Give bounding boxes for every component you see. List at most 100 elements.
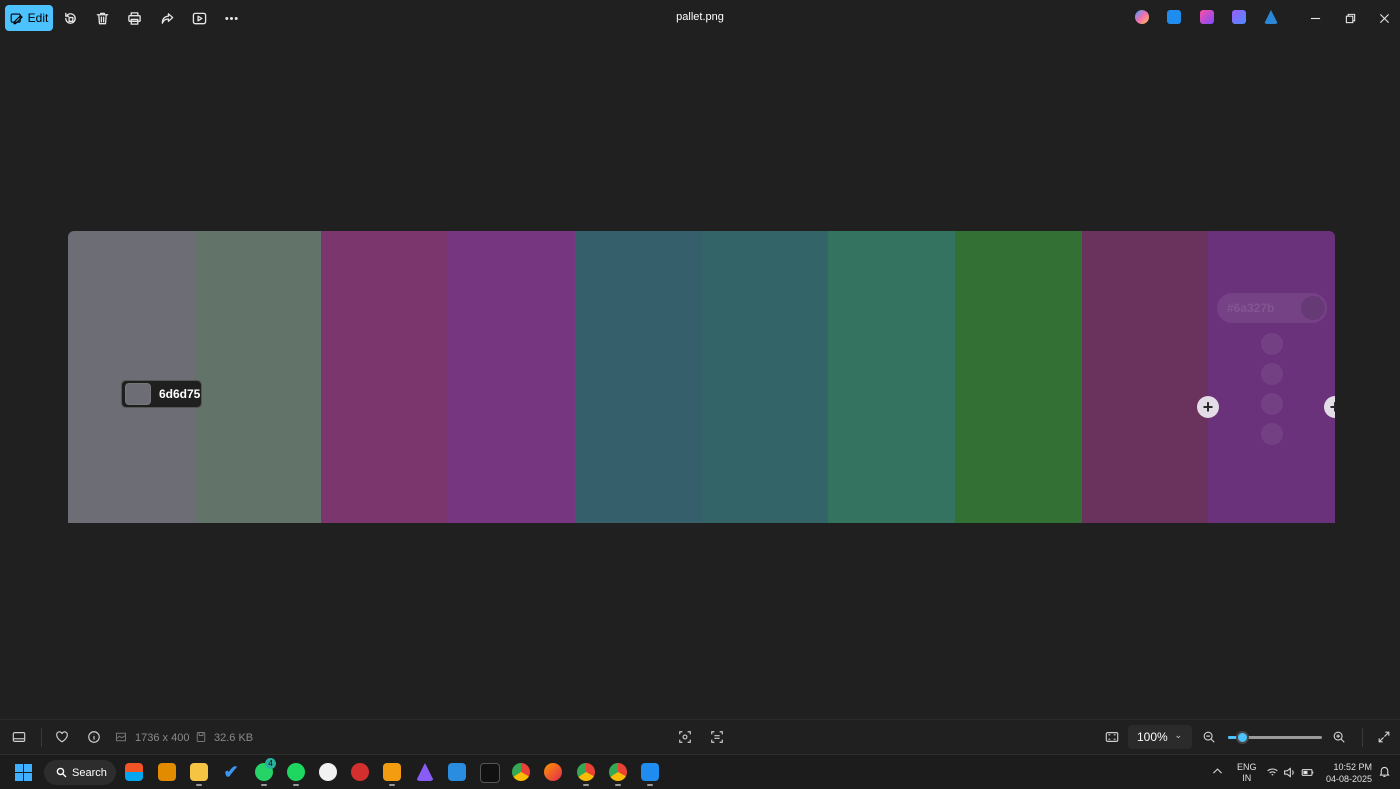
- favorite-button[interactable]: [54, 729, 70, 745]
- heart-icon: [56, 731, 68, 743]
- print-button[interactable]: [123, 8, 145, 28]
- photos-app-icon[interactable]: [641, 763, 659, 781]
- spotify-icon[interactable]: [287, 763, 305, 781]
- image-dimensions: 1736 x 400: [135, 732, 190, 744]
- more-icon: [224, 16, 238, 20]
- chrome-icon[interactable]: [512, 763, 530, 781]
- chevron-down-icon: ⌄: [1174, 730, 1182, 740]
- scan-text-button[interactable]: [709, 729, 725, 745]
- show-hidden-icons-button[interactable]: [1211, 765, 1224, 781]
- color-hex-tooltip: 6d6d75: [121, 380, 202, 408]
- zoom-slider[interactable]: [1228, 731, 1322, 744]
- restore-button[interactable]: [1337, 8, 1363, 28]
- faded-action-icon: [1261, 393, 1283, 415]
- terminal-app-icon[interactable]: [480, 763, 500, 783]
- battery-icon[interactable]: [1301, 766, 1314, 782]
- photos-editor-app-icon[interactable]: [1167, 10, 1181, 24]
- info-icon: [88, 731, 100, 743]
- zoom-level-dropdown[interactable]: 100% ⌄: [1128, 725, 1192, 749]
- notifications-button[interactable]: [1378, 765, 1391, 781]
- running-indicator: [647, 784, 653, 786]
- file-info-button[interactable]: [86, 729, 102, 745]
- slideshow-button[interactable]: [188, 8, 210, 28]
- volume-icon[interactable]: [1283, 766, 1296, 782]
- file-explorer-icon[interactable]: [190, 763, 208, 781]
- palette-stripe[interactable]: [68, 231, 195, 523]
- slideshow-icon: [192, 12, 206, 24]
- red-circle-app-icon[interactable]: [351, 763, 369, 781]
- android-studio-icon[interactable]: [319, 763, 337, 781]
- zoom-slider-thumb[interactable]: [1236, 731, 1250, 744]
- title-bar: Edit pallet.png: [0, 0, 1400, 36]
- faded-color-pill: #6a327b: [1217, 293, 1327, 323]
- divider: [41, 728, 42, 747]
- close-button[interactable]: [1371, 8, 1397, 28]
- obsidian-icon[interactable]: [416, 763, 434, 781]
- palette-stripe[interactable]: [448, 231, 575, 523]
- share-button[interactable]: [156, 8, 178, 28]
- running-indicator: [389, 784, 395, 786]
- more-options-button[interactable]: [220, 8, 242, 28]
- minimize-button[interactable]: [1302, 8, 1328, 28]
- dimensions-icon: [115, 729, 127, 745]
- delete-button[interactable]: [91, 8, 113, 28]
- palette-stripe[interactable]: [954, 231, 1082, 523]
- add-color-button-edge[interactable]: +: [1324, 396, 1335, 418]
- fullscreen-button[interactable]: [1376, 729, 1392, 745]
- edit-button[interactable]: Edit: [5, 5, 53, 31]
- palette-stripe[interactable]: [701, 231, 829, 523]
- rotate-button[interactable]: [59, 8, 81, 28]
- taskbar-search[interactable]: Search: [44, 760, 116, 785]
- image-canvas[interactable]: [68, 231, 1335, 523]
- language-region: IN: [1242, 773, 1252, 783]
- language-code: ENG: [1237, 762, 1257, 772]
- visual-search-button[interactable]: [677, 729, 693, 745]
- clock[interactable]: 10:52 PM 04-08-2025: [1324, 761, 1372, 785]
- status-bar: 1736 x 400 32.6 KB 100% ⌄: [0, 719, 1400, 754]
- zoom-out-icon: [1203, 731, 1215, 743]
- palette-stripe[interactable]: [1081, 231, 1209, 523]
- visual-search-icon: [679, 731, 691, 743]
- color-hex-label: 6d6d75: [159, 387, 201, 401]
- chrome-profile-icon[interactable]: [609, 763, 627, 781]
- clipchamp-app-icon[interactable]: [1232, 10, 1246, 24]
- language-indicator[interactable]: ENG IN: [1237, 762, 1257, 784]
- palette-stripe[interactable]: [574, 231, 702, 523]
- add-color-button[interactable]: +: [1197, 396, 1219, 418]
- expand-icon: [1378, 731, 1390, 743]
- running-indicator: [196, 784, 202, 786]
- vscode-icon[interactable]: [448, 763, 466, 781]
- taskbar: Search ✔ 4 ENG IN 10:52 PM 04-08-2025: [0, 754, 1400, 789]
- filmstrip-icon: [12, 732, 26, 742]
- wifi-icon[interactable]: [1266, 766, 1279, 782]
- zoom-in-button[interactable]: [1331, 729, 1347, 745]
- todo-icon[interactable]: ✔: [222, 763, 240, 781]
- sublime-text-icon[interactable]: [158, 763, 176, 781]
- file-size: 32.6 KB: [214, 732, 254, 744]
- running-indicator: [293, 784, 299, 786]
- chrome-profile-icon[interactable]: [577, 763, 595, 781]
- designer-app-icon[interactable]: [1200, 10, 1214, 24]
- plus-icon: +: [1202, 397, 1214, 417]
- onedrive-app-icon[interactable]: [1264, 10, 1278, 24]
- palette-stripe[interactable]: [194, 231, 322, 523]
- clock-date: 04-08-2025: [1325, 774, 1372, 784]
- close-icon: [1379, 13, 1389, 23]
- virtualbox-icon[interactable]: [383, 763, 401, 781]
- zoom-out-button[interactable]: [1201, 729, 1217, 745]
- windows-logo-icon: [15, 764, 23, 772]
- zoom-level-value: 100%: [1137, 730, 1168, 744]
- plus-icon: +: [1324, 396, 1335, 418]
- faded-action-icon: [1261, 363, 1283, 385]
- clock-time: 10:52 PM: [1333, 762, 1372, 772]
- start-button[interactable]: [15, 764, 32, 781]
- fit-to-window-button[interactable]: [1104, 729, 1120, 745]
- bell-icon: [1379, 766, 1390, 777]
- firefox-icon[interactable]: [544, 763, 562, 781]
- palette-stripe[interactable]: [321, 231, 449, 523]
- microsoft-store-icon[interactable]: [125, 763, 143, 781]
- copilot-app-icon[interactable]: [1135, 10, 1149, 24]
- palette-stripe[interactable]: [828, 231, 955, 523]
- filmstrip-button[interactable]: [11, 729, 27, 745]
- fit-window-icon: [1105, 732, 1119, 742]
